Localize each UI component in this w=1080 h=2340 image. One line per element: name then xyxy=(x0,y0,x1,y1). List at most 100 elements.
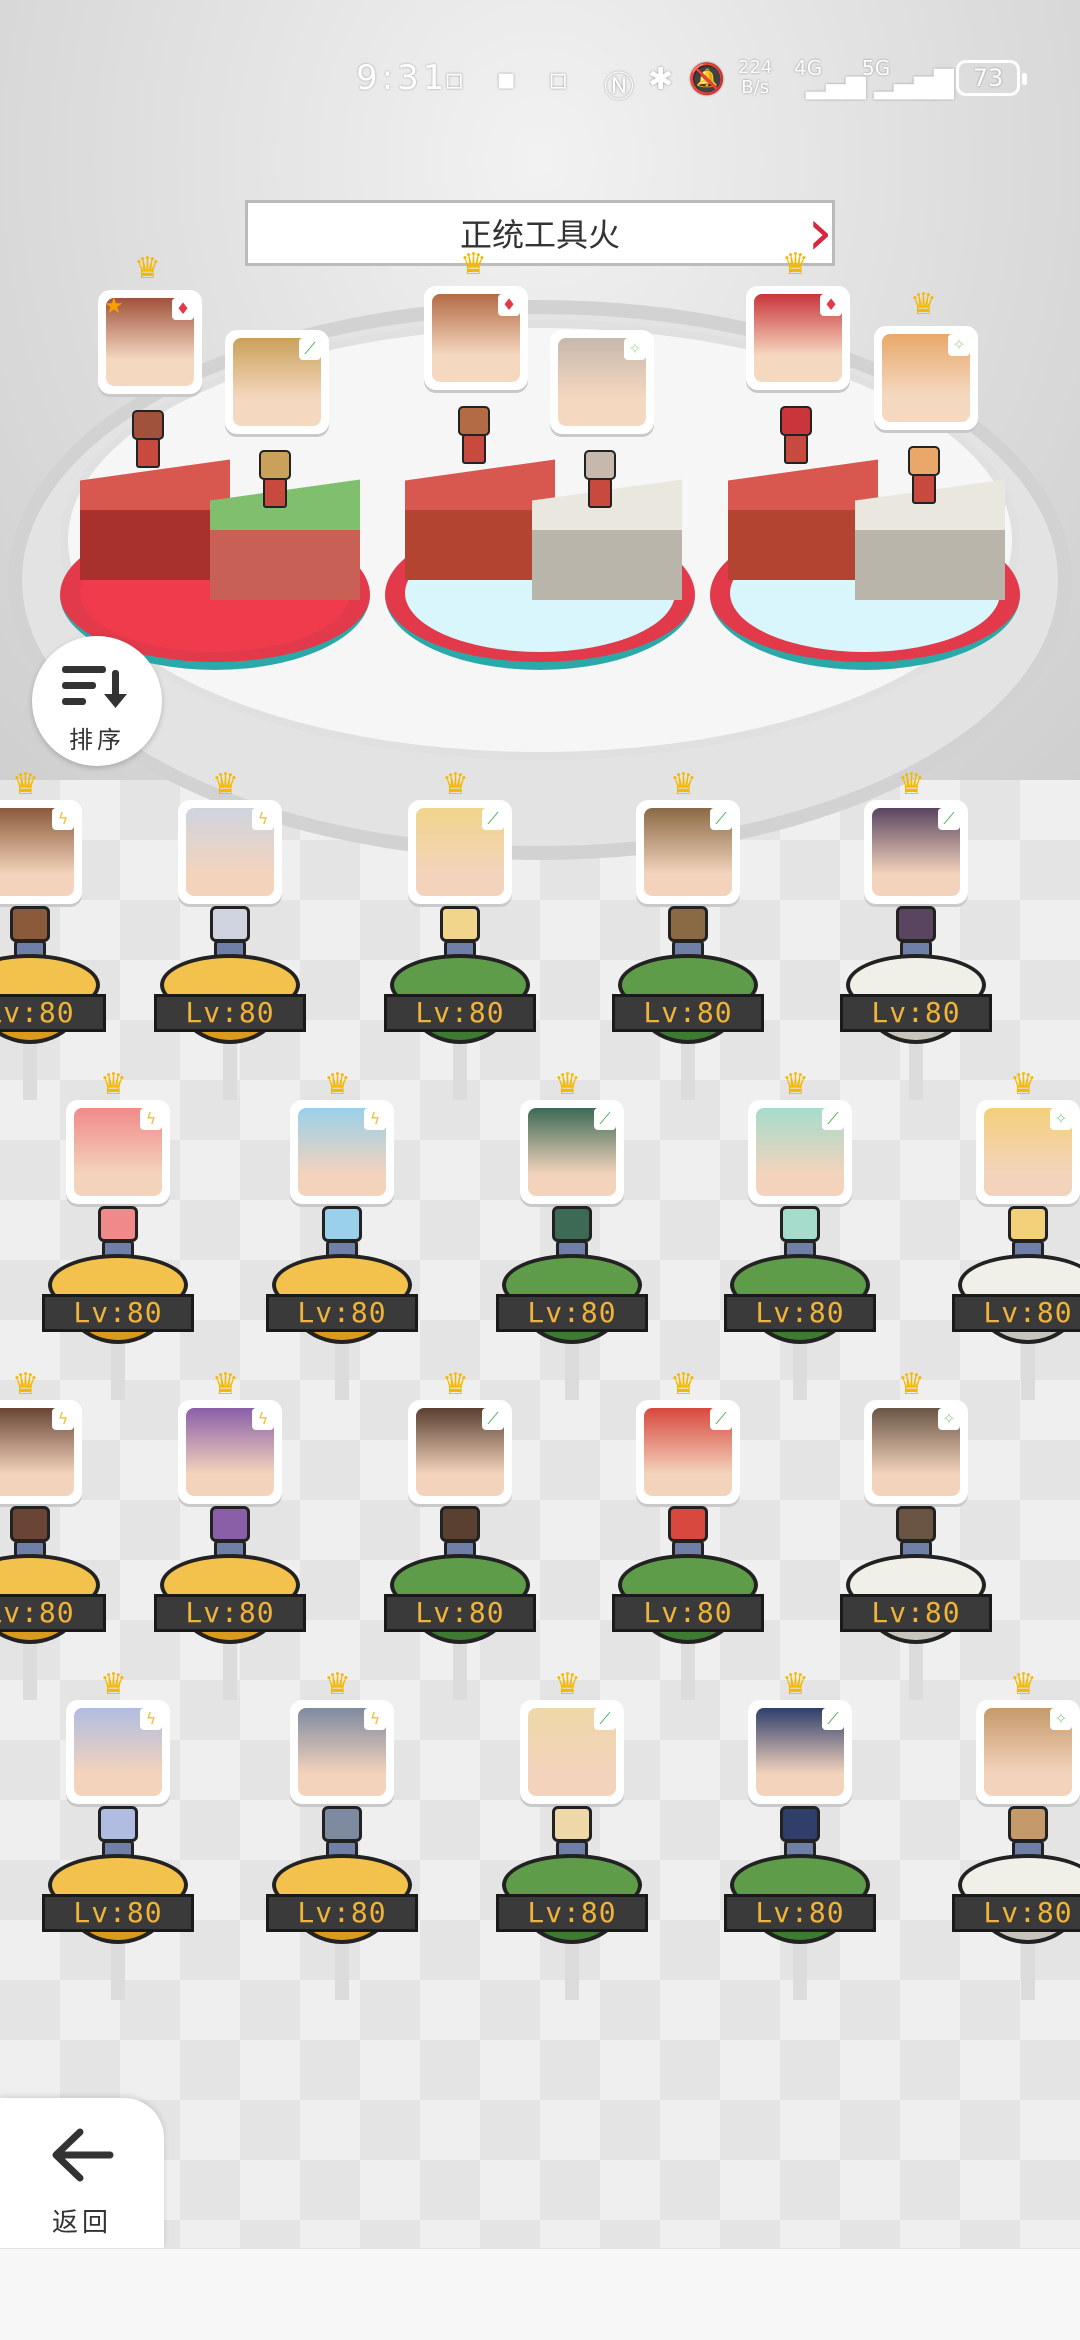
team-member-portrait[interactable]: ♦ xyxy=(746,286,850,390)
level-label: Lv:80 xyxy=(612,994,764,1032)
crown-icon: ♛ xyxy=(898,1367,925,1402)
status-time: 9:31 xyxy=(356,58,449,98)
bluetooth-icon: ✱ xyxy=(648,62,674,97)
crown-icon: ♛ xyxy=(324,1667,351,1702)
fire-element-icon: ♦ xyxy=(498,294,520,316)
fire-element-icon: ♦ xyxy=(820,294,842,316)
hero-pedestal: Lv:80 xyxy=(724,1854,876,1954)
hero-slot[interactable]: Lv:80 xyxy=(836,824,996,1054)
hero-pedestal: Lv:80 xyxy=(384,954,536,1054)
hero-slot[interactable]: Lv:80 xyxy=(492,1724,652,1954)
net-speed: 224 B/s xyxy=(738,58,772,98)
sort-button[interactable]: 排序 xyxy=(32,636,162,766)
net-speed-value: 224 xyxy=(738,57,773,78)
hero-slot[interactable]: Lv:80 xyxy=(608,824,768,1054)
level-label: Lv:80 xyxy=(42,1294,194,1332)
hero-slot[interactable]: Lv:80 xyxy=(262,1724,422,1954)
crown-icon: ♛ xyxy=(554,1067,581,1102)
level-label: Lv:80 xyxy=(496,1894,648,1932)
team-member-portrait[interactable]: ✧ xyxy=(550,330,654,434)
hero-slot[interactable]: Lv:80 xyxy=(380,1424,540,1654)
team-block-1[interactable] xyxy=(80,459,230,580)
team-member-portrait[interactable]: ♦ xyxy=(424,286,528,390)
level-label: Lv:80 xyxy=(840,994,992,1032)
team-member-portrait[interactable]: ♦ ★ xyxy=(98,290,202,394)
sort-label: 排序 xyxy=(69,726,125,754)
level-label: Lv:80 xyxy=(724,1894,876,1932)
crown-icon: ♛ xyxy=(782,1667,809,1702)
team-member-portrait[interactable]: ⟋ xyxy=(225,330,329,434)
crown-icon: ♛ xyxy=(554,1667,581,1702)
level-label: Lv:80 xyxy=(0,994,106,1032)
hero-pedestal: Lv:80 xyxy=(724,1254,876,1354)
hero-pedestal: Lv:80 xyxy=(952,1854,1080,1954)
crown-icon: ♛ xyxy=(12,1367,39,1402)
hero-pedestal: Lv:80 xyxy=(42,1254,194,1354)
hero-slot[interactable]: Lv:80 xyxy=(380,824,540,1054)
level-label: Lv:80 xyxy=(154,994,306,1032)
hero-slot[interactable]: Lv:80 xyxy=(948,1724,1080,1954)
crown-icon: ♛ xyxy=(782,1067,809,1102)
level-label: Lv:80 xyxy=(266,1294,418,1332)
hero-pedestal: Lv:80 xyxy=(384,1554,536,1654)
hero-pedestal: Lv:80 xyxy=(266,1854,418,1954)
level-label: Lv:80 xyxy=(952,1894,1080,1932)
hero-slot[interactable]: Lv:80 xyxy=(0,824,110,1054)
nature-element-icon: ⟋ xyxy=(299,338,321,360)
crown-icon: ♛ xyxy=(670,767,697,802)
hero-slot[interactable]: Lv:80 xyxy=(150,824,310,1054)
game-scene: 9:31 ▫ ▪ ▫ Ⓝ ✱ 🔕 224 B/s 4G ▂▄▆ 5G ▂▄▆█ … xyxy=(0,0,1080,2340)
back-arrow-icon xyxy=(52,2128,114,2182)
hero-slot[interactable]: Lv:80 xyxy=(720,1124,880,1354)
fire-element-icon: ♦ xyxy=(172,298,194,320)
crown-icon: ♛ xyxy=(212,1367,239,1402)
hero-pedestal: Lv:80 xyxy=(612,1554,764,1654)
hero-pedestal: Lv:80 xyxy=(496,1854,648,1954)
mute-icon: 🔕 xyxy=(688,62,726,97)
hero-slot[interactable]: Lv:80 xyxy=(492,1124,652,1354)
level-label: Lv:80 xyxy=(612,1594,764,1632)
status-bar: 9:31 ▫ ▪ ▫ Ⓝ ✱ 🔕 224 B/s 4G ▂▄▆ 5G ▂▄▆█ … xyxy=(0,40,1080,120)
hero-sprite xyxy=(124,410,172,470)
signal-icon-2: ▂▄▆█ xyxy=(874,70,954,100)
light-element-icon: ✧ xyxy=(624,338,646,360)
level-label: Lv:80 xyxy=(496,1294,648,1332)
hero-slot[interactable]: Lv:80 xyxy=(38,1724,198,1954)
signal-icon: ▂▄▆ xyxy=(806,70,866,100)
hero-slot[interactable]: Lv:80 xyxy=(720,1724,880,1954)
battery-icon: 73 xyxy=(956,60,1027,96)
notification-icon: ▫ xyxy=(444,62,465,97)
back-button[interactable]: 返回 xyxy=(0,2098,164,2248)
hero-pedestal: Lv:80 xyxy=(0,1554,106,1654)
crown-icon: ♛ xyxy=(212,767,239,802)
hero-pedestal: Lv:80 xyxy=(496,1254,648,1354)
hero-slot[interactable]: Lv:80 xyxy=(948,1124,1080,1354)
crown-icon: ♛ xyxy=(1010,1067,1037,1102)
team-block-6[interactable] xyxy=(855,479,1005,600)
hero-slot[interactable]: Lv:80 xyxy=(262,1124,422,1354)
app-notification-icon: ▪ xyxy=(496,62,517,97)
hero-slot[interactable]: Lv:80 xyxy=(0,1424,110,1654)
hero-pedestal: Lv:80 xyxy=(952,1254,1080,1354)
level-label: Lv:80 xyxy=(266,1894,418,1932)
hero-sprite xyxy=(772,406,820,466)
hero-slot[interactable]: Lv:80 xyxy=(38,1124,198,1354)
hero-sprite xyxy=(251,450,299,510)
hero-sprite xyxy=(450,406,498,466)
hero-sprite xyxy=(900,446,948,506)
team-member-portrait[interactable]: ✧ xyxy=(874,326,978,430)
crown-icon: ♛ xyxy=(460,247,487,282)
crown-icon: ♛ xyxy=(100,1067,127,1102)
hero-pedestal: Lv:80 xyxy=(154,1554,306,1654)
hero-slot[interactable]: Lv:80 xyxy=(608,1424,768,1654)
crown-icon: ♛ xyxy=(442,767,469,802)
level-label: Lv:80 xyxy=(0,1594,106,1632)
level-label: Lv:80 xyxy=(724,1294,876,1332)
level-label: Lv:80 xyxy=(952,1294,1080,1332)
crown-icon: ♛ xyxy=(442,1367,469,1402)
system-nav-bar xyxy=(0,2248,1080,2340)
crown-icon: ♛ xyxy=(782,247,809,282)
level-label: Lv:80 xyxy=(384,1594,536,1632)
hero-slot[interactable]: Lv:80 xyxy=(150,1424,310,1654)
hero-slot[interactable]: Lv:80 xyxy=(836,1424,996,1654)
